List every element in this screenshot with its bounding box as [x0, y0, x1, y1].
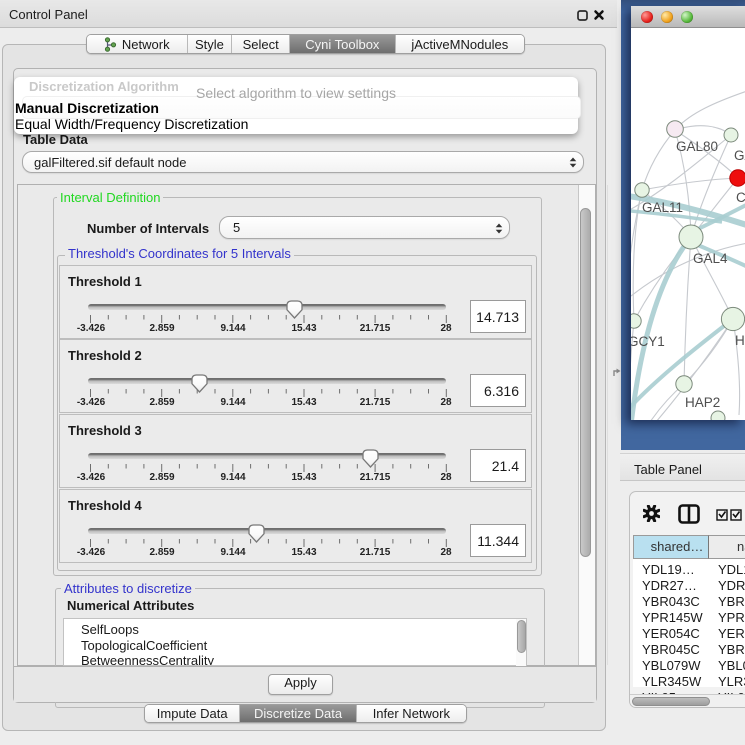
svg-text:C: C: [736, 190, 745, 205]
svg-text:GAL80: GAL80: [676, 139, 718, 154]
svg-text:H: H: [735, 333, 745, 348]
svg-text:GCY1: GCY1: [631, 334, 665, 349]
svg-text:GAL4: GAL4: [693, 251, 728, 266]
svg-text:HAP2: HAP2: [685, 395, 720, 410]
svg-text:GAL11: GAL11: [642, 200, 683, 215]
svg-text:GA: GA: [734, 148, 745, 163]
